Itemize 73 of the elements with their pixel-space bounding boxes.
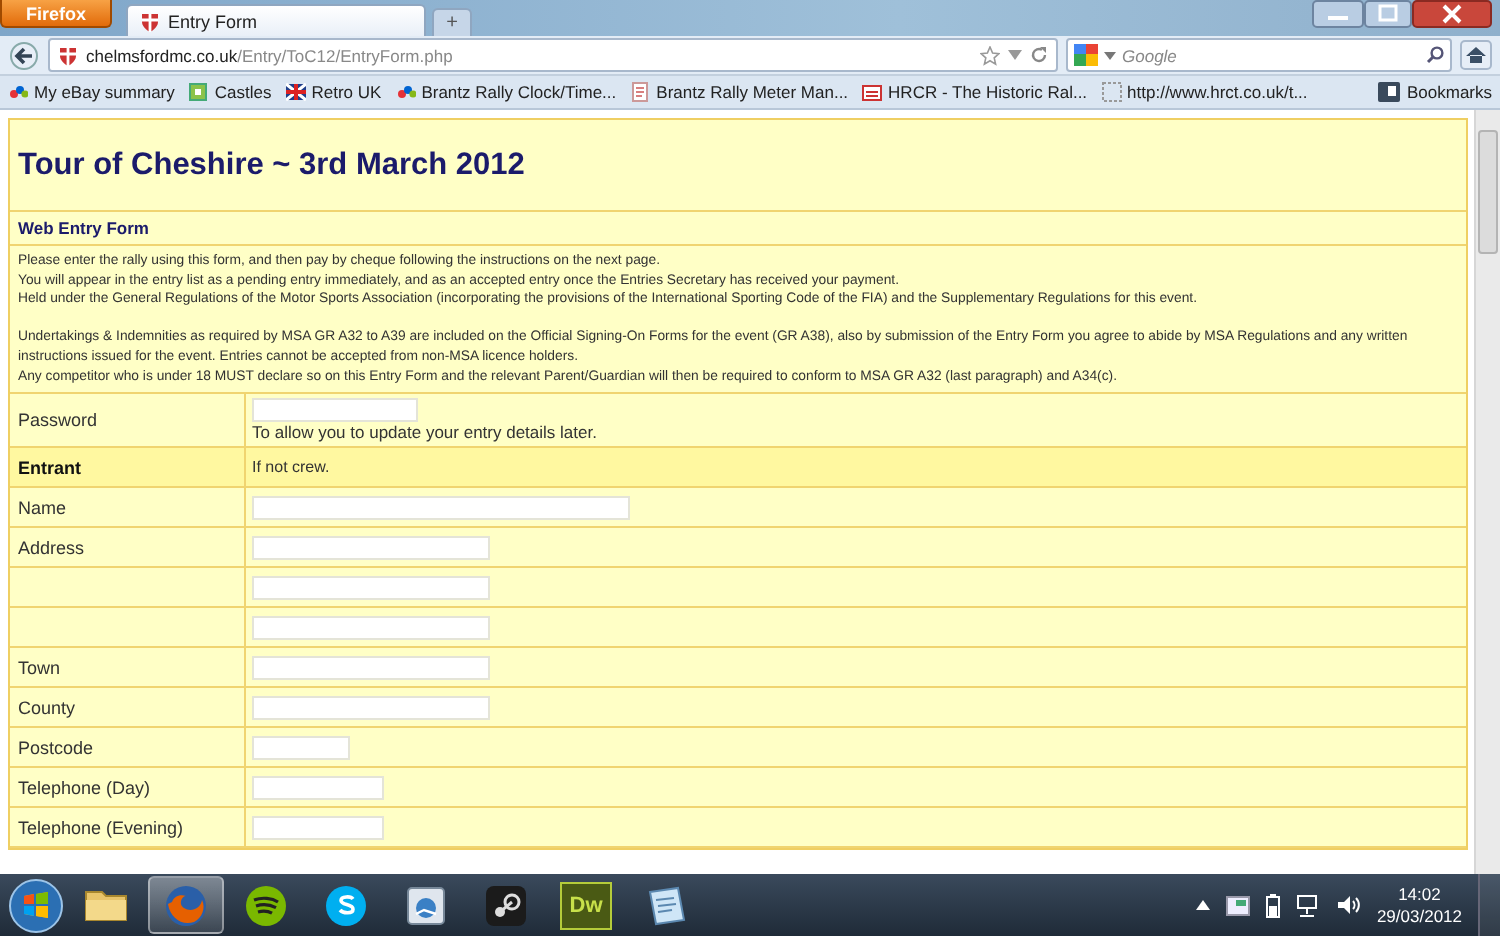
- new-tab-button[interactable]: +: [432, 8, 473, 36]
- bookmarks-icon: [1378, 82, 1401, 102]
- maximize-icon[interactable]: [1364, 0, 1412, 28]
- document-icon: [630, 82, 651, 102]
- bookmark-link[interactable]: Castles: [188, 82, 272, 102]
- battery-icon[interactable]: [1266, 893, 1281, 917]
- home-icon[interactable]: [1460, 40, 1492, 70]
- message-icon[interactable]: [1226, 895, 1251, 915]
- search-field[interactable]: Google: [1066, 38, 1452, 72]
- field-label: Address: [18, 537, 85, 558]
- square-icon: [188, 82, 209, 102]
- url-path: /Entry/ToC12/EntryForm.php: [237, 45, 453, 65]
- url-host: chelmsfordmc.co.uk: [86, 45, 238, 65]
- bookmarks-menu-button[interactable]: Bookmarks: [1378, 82, 1492, 102]
- field-label: Postcode: [18, 737, 94, 758]
- text-field[interactable]: [252, 735, 350, 760]
- address-bar[interactable]: chelmsfordmc.co.uk/Entry/ToC12/EntryForm.php: [48, 38, 1058, 72]
- browser-tab[interactable]: Entry Form: [126, 4, 427, 36]
- field-hint: To allow you to update your entry details later.: [252, 422, 597, 443]
- bookmark-link[interactable]: Brantz Rally Clock/Time...: [395, 82, 617, 102]
- text-field[interactable]: [252, 655, 490, 680]
- text-field[interactable]: [252, 695, 490, 720]
- logo-icon: [862, 82, 883, 102]
- back-arrow-icon[interactable]: [8, 41, 40, 69]
- search-icon[interactable]: [1426, 46, 1444, 64]
- shield-icon: [140, 11, 161, 31]
- network-icon[interactable]: [1296, 893, 1321, 917]
- star-icon[interactable]: [980, 45, 1000, 65]
- field-label: Town: [18, 657, 61, 678]
- section-heading: Web Entry Form: [18, 218, 149, 238]
- app-logo: Dw: [560, 881, 612, 929]
- bookmark-link[interactable]: http://www.hrct.co.uk/t...: [1101, 82, 1308, 102]
- page-title: Tour of Cheshire ~ 3rd March 2012: [18, 147, 525, 183]
- minimize-icon[interactable]: [1312, 0, 1364, 28]
- text-field[interactable]: [252, 775, 384, 800]
- taskbar-app-button[interactable]: Dw: [548, 876, 624, 934]
- clock-time[interactable]: 14:02: [1398, 883, 1441, 905]
- text-field[interactable]: [252, 615, 490, 640]
- scrollbar-thumb[interactable]: [1478, 130, 1498, 254]
- show-desktop-button[interactable]: [1478, 874, 1500, 936]
- bookmark-link[interactable]: HRCR - The Historic Ral...: [862, 82, 1088, 102]
- union-flag-icon: [285, 82, 306, 102]
- text-field[interactable]: [252, 815, 384, 840]
- clock-date[interactable]: 29/03/2012: [1376, 905, 1462, 927]
- volume-icon[interactable]: [1336, 894, 1361, 916]
- search-input[interactable]: Google: [1122, 45, 1420, 65]
- shield-icon: [58, 45, 78, 65]
- bookmark-link[interactable]: Retro UK: [285, 82, 382, 102]
- section-label: Entrant: [18, 457, 81, 478]
- text-field[interactable]: [252, 575, 490, 600]
- reload-icon[interactable]: [1030, 46, 1048, 64]
- tab-title: Entry Form: [168, 11, 258, 31]
- field-label: Name: [18, 497, 67, 518]
- colored-dots-icon: [8, 82, 28, 102]
- field-label: Password: [18, 410, 98, 431]
- dropdown-arrow-icon[interactable]: [1008, 50, 1022, 60]
- field-label: Telephone (Evening): [18, 817, 184, 838]
- text-field[interactable]: [252, 495, 630, 520]
- colored-dots-icon: [395, 82, 416, 102]
- bookmark-link[interactable]: Brantz Rally Meter Man...: [630, 82, 849, 102]
- bookmark-link[interactable]: My eBay summary: [8, 82, 175, 102]
- close-icon[interactable]: [1412, 0, 1492, 28]
- field-hint: If not crew.: [252, 458, 330, 477]
- text-field[interactable]: [252, 398, 418, 423]
- field-label: County: [18, 697, 76, 718]
- blank-page-icon: [1101, 82, 1122, 102]
- scrollbar[interactable]: [1474, 110, 1500, 874]
- text-field[interactable]: [252, 535, 490, 560]
- field-label: Telephone (Day): [18, 777, 151, 798]
- windows-start-icon[interactable]: [8, 877, 64, 933]
- up-arrow-icon[interactable]: [1196, 900, 1211, 910]
- google-logo-icon: [1074, 44, 1098, 66]
- dropdown-arrow-icon: [1104, 51, 1116, 59]
